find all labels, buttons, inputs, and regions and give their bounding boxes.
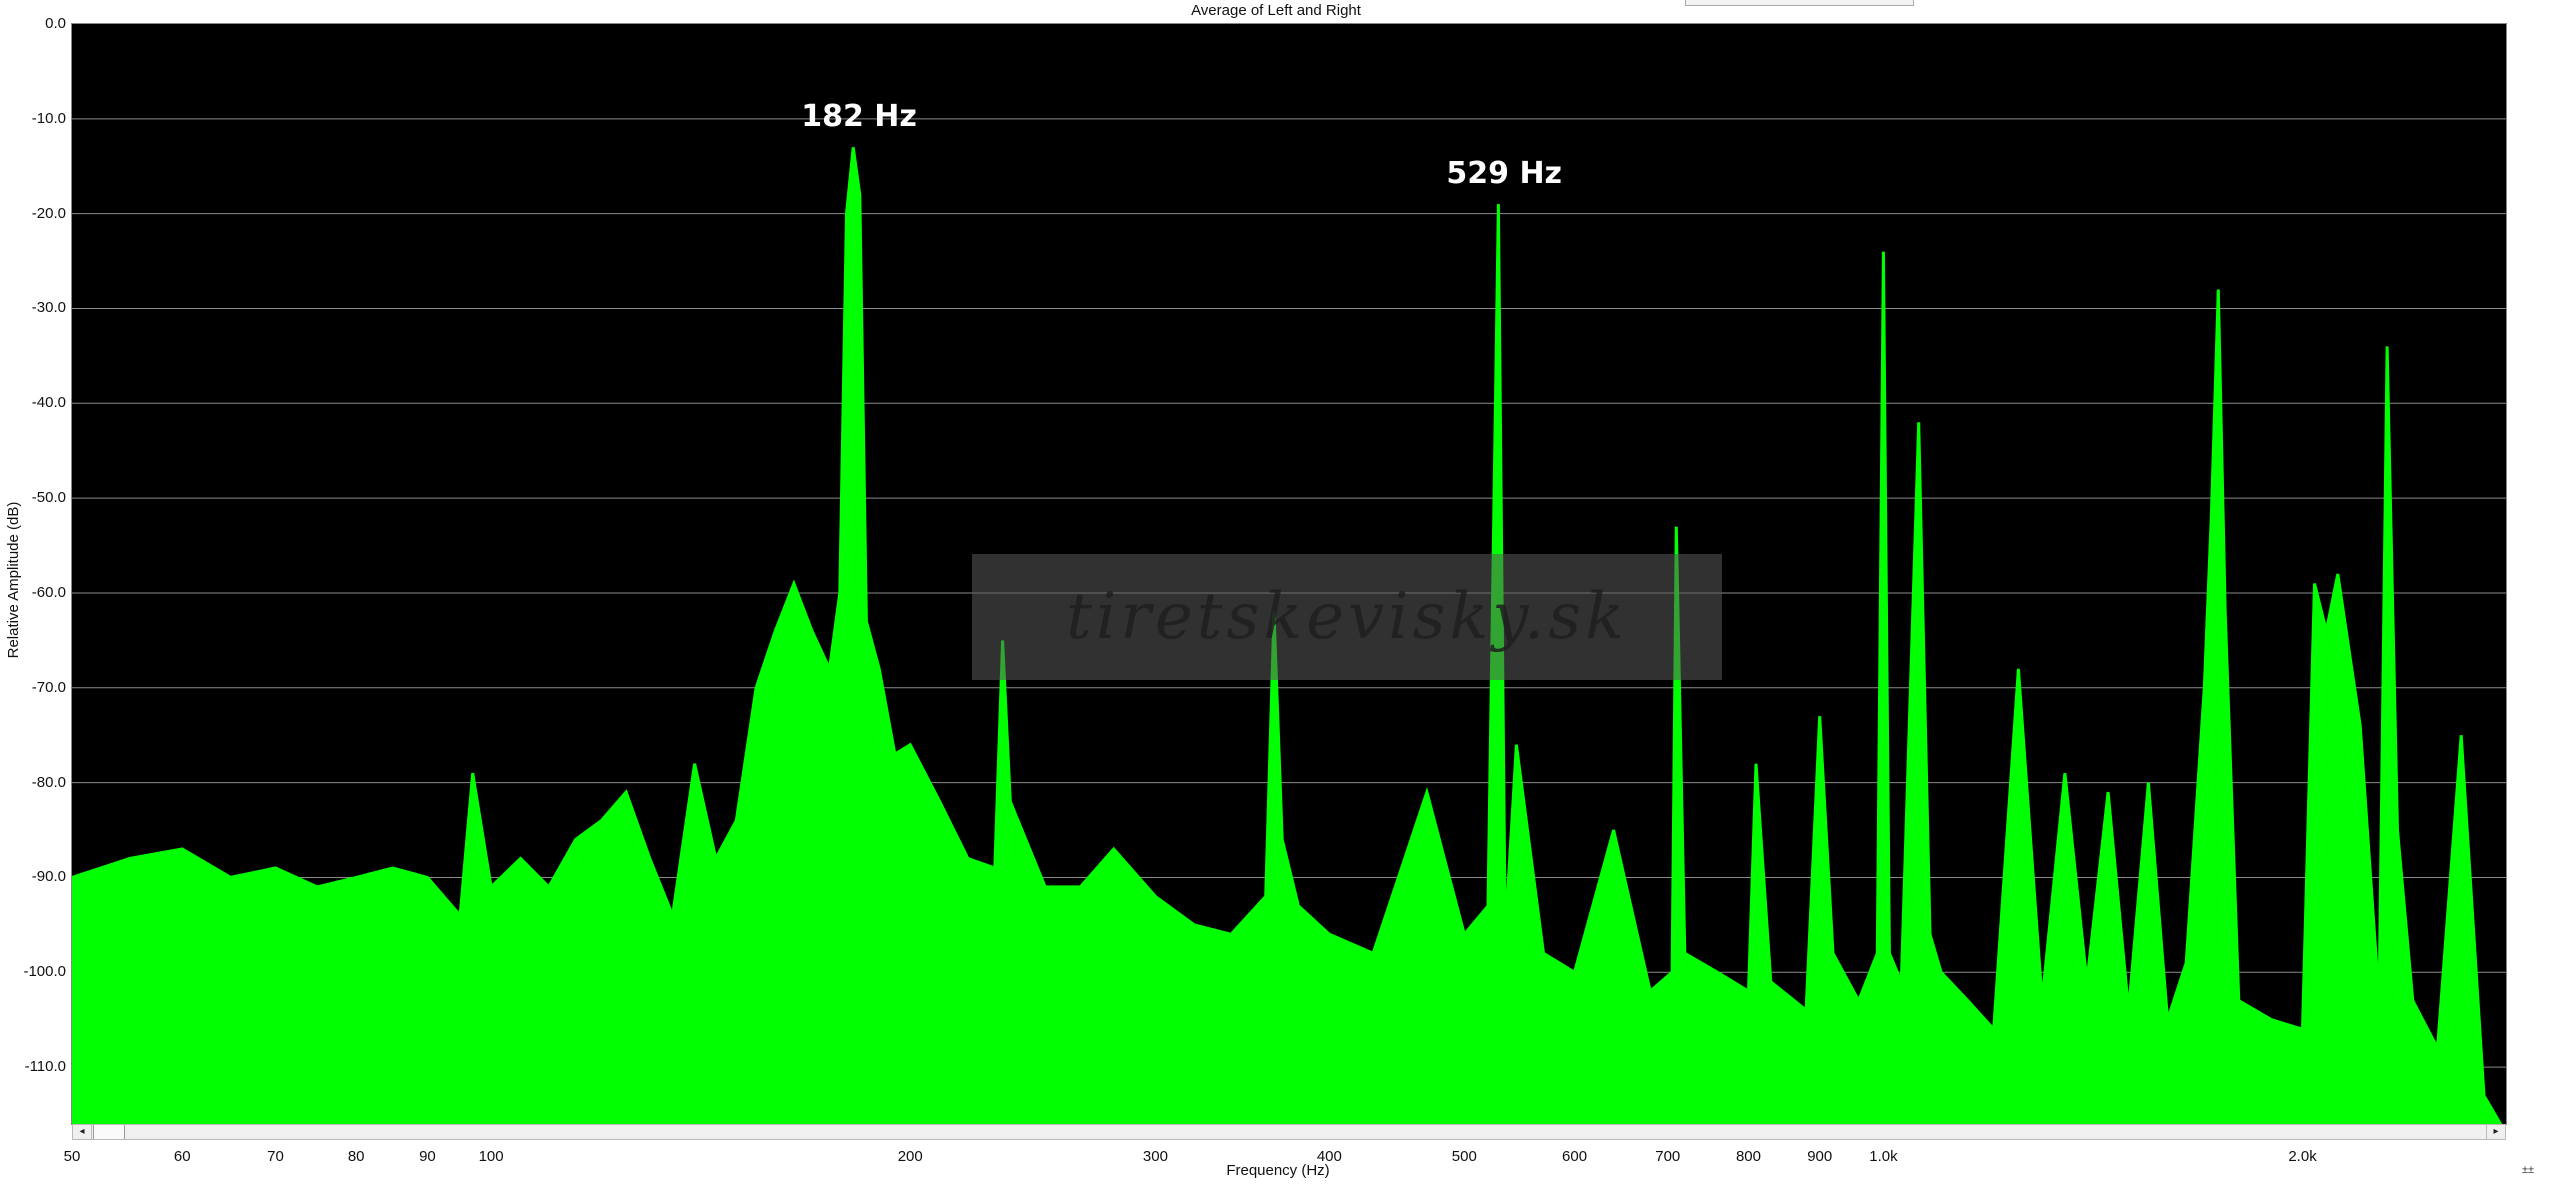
y-tick-label: 0.0 [45, 15, 66, 32]
x-tick-label: 900 [1807, 1148, 1833, 1165]
phs-logo: PHS [2520, 52, 2552, 74]
y-axis-title: Relative Amplitude (dB) [5, 501, 22, 659]
plot-area[interactable]: 182 Hz 529 Hz tiretskevisky.sk PHS [71, 23, 2552, 1125]
y-tick-label: -80.0 [31, 773, 66, 791]
x-tick-label: 70 [267, 1148, 284, 1165]
y-tick-label: -40.0 [31, 394, 66, 412]
x-tick-label: 1.0k [1869, 1148, 1898, 1165]
y-tick-label: -110.0 [24, 1058, 66, 1076]
x-tick-label: 200 [897, 1148, 923, 1165]
x-tick-label: 60 [173, 1148, 191, 1165]
y-tick-label: -20.0 [31, 204, 66, 222]
x-tick-label: 700 [1655, 1148, 1681, 1165]
y-tick-label: -90.0 [31, 868, 66, 886]
y-tick-label: -50.0 [31, 489, 66, 507]
x-tick-label: 500 [1451, 1148, 1477, 1165]
peak-annotation: 529 Hz [1446, 156, 1563, 192]
y-tick-label: -100.0 [23, 963, 66, 981]
y-tick-label: -10.0 [31, 109, 66, 127]
scroll-right-arrow-icon[interactable]: ▸ [2486, 1125, 2505, 1139]
watermark-text: tiretskevisky.sk [1066, 580, 1628, 654]
x-tick-label: 800 [1735, 1148, 1761, 1165]
y-tick-label: -60.0 [31, 583, 66, 601]
horizontal-scrollbar[interactable]: ◂ ▸ [72, 1124, 2506, 1140]
x-tick-label: 100 [478, 1148, 504, 1165]
x-tick-label: 600 [1562, 1148, 1588, 1165]
x-axis-title: Frequency (Hz) [1226, 1162, 1330, 1179]
peak-annotation: 182 Hz [801, 99, 917, 135]
watermark: tiretskevisky.sk [972, 554, 1722, 680]
zoom-corner-icon[interactable]: ±± [2522, 1164, 2534, 1176]
x-tick-label: 90 [419, 1148, 436, 1165]
scroll-left-arrow-icon[interactable]: ◂ [73, 1125, 92, 1139]
x-tick-label: 50 [63, 1148, 81, 1165]
y-tick-label: -30.0 [31, 299, 66, 317]
x-tick-label: 80 [347, 1148, 365, 1165]
x-tick-label: 2.0k [2288, 1148, 2317, 1165]
y-tick-label: -70.0 [31, 678, 66, 696]
chart-title: Average of Left and Right [1191, 2, 1361, 19]
scroll-thumb[interactable] [93, 1125, 125, 1139]
